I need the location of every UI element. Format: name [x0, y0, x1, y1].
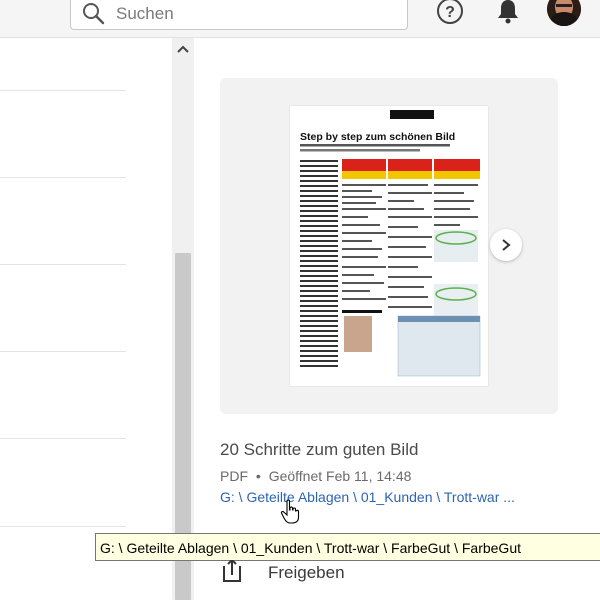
list-divider: [0, 526, 126, 527]
list-divider: [0, 90, 126, 91]
bell-icon[interactable]: [495, 0, 521, 24]
meta-separator: •: [255, 468, 261, 484]
list-divider: [0, 177, 126, 178]
search-icon: [83, 3, 105, 25]
file-list: [0, 38, 172, 600]
top-bar: Suchen ?: [0, 0, 600, 38]
document-preview[interactable]: Step by step zum schönen Bild: [220, 78, 558, 414]
help-icon[interactable]: ?: [436, 0, 464, 25]
thumbnail-heading: Step by step zum schönen Bild: [300, 131, 455, 143]
chevron-right-icon: [502, 239, 511, 251]
list-divider: [0, 351, 126, 352]
document-title: 20 Schritte zum guten Bild: [220, 440, 419, 459]
document-meta: PDF • Geöffnet Feb 11, 14:48: [220, 468, 411, 484]
search-box[interactable]: Suchen: [70, 0, 408, 30]
document-opened: Geöffnet Feb 11, 14:48: [268, 468, 412, 484]
svg-text:?: ?: [445, 4, 455, 21]
path-tooltip: G: \ Geteilte Ablagen \ 01_Kunden \ Trot…: [95, 533, 600, 561]
avatar[interactable]: [547, 0, 581, 26]
share-icon[interactable]: [220, 560, 244, 582]
app-window: Suchen ? Step by step zum schönen Bild 2…: [0, 0, 600, 600]
document-path-link[interactable]: G: \ Geteilte Ablagen \ 01_Kunden \ Trot…: [220, 489, 515, 505]
hand-pointer-icon: [280, 499, 300, 524]
search-input[interactable]: Suchen: [116, 4, 174, 24]
next-page-button[interactable]: [490, 229, 522, 261]
document-thumbnail[interactable]: Step by step zum schönen Bild: [290, 106, 488, 386]
chevron-up-icon[interactable]: [177, 44, 189, 54]
share-button[interactable]: Freigeben: [268, 563, 345, 583]
document-type: PDF: [220, 468, 248, 484]
list-divider: [0, 264, 126, 265]
list-divider: [0, 438, 126, 439]
scrollbar[interactable]: [172, 38, 194, 600]
